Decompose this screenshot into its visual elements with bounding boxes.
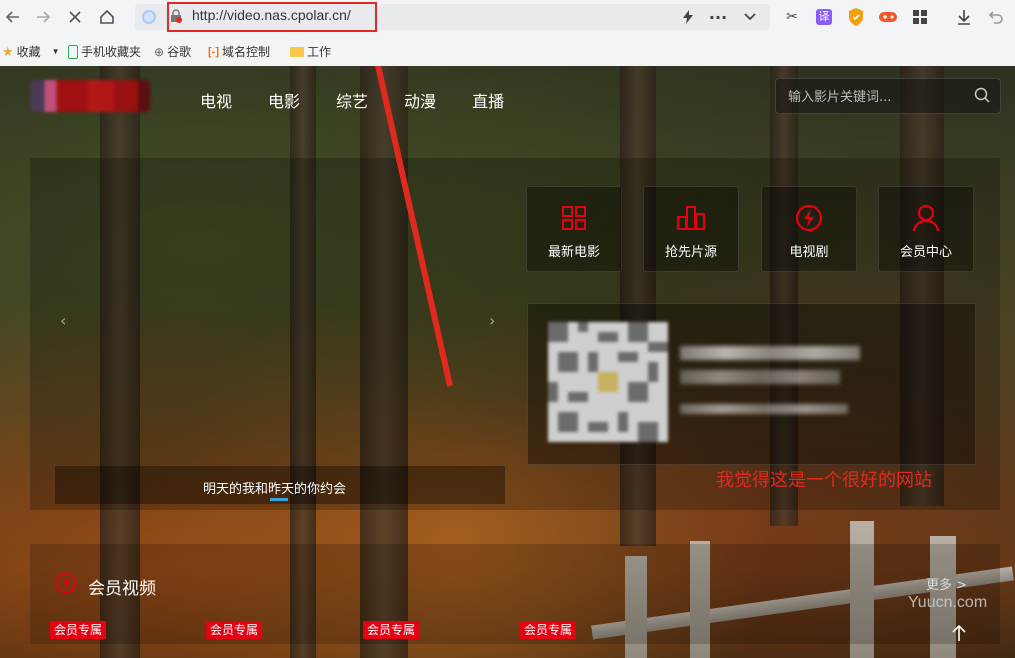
section-title: 会员视频 (88, 579, 156, 599)
more-link[interactable]: 更多 > (926, 574, 967, 593)
site-status-icon (142, 10, 156, 24)
nav-item-live[interactable]: 直播 (472, 88, 504, 112)
site-logo[interactable] (30, 80, 150, 112)
bars-icon (644, 203, 738, 233)
quick-link-label: 会员中心 (899, 245, 952, 260)
annotation-text: 我觉得这是一个很好的网站 (716, 470, 932, 491)
grid-icon (527, 203, 621, 233)
globe-icon: ⊕ (154, 44, 165, 59)
brackets-icon: [-] (208, 45, 219, 58)
caret-down-icon: ▼ (51, 47, 60, 56)
search-input[interactable] (786, 86, 970, 108)
translate-icon[interactable]: 译 (814, 7, 834, 27)
bookmark-label: 收藏 (16, 45, 41, 59)
browser-toolbar: http://video.nas.cpolar.cn/ ··· ✂ 译 (0, 0, 1015, 34)
bookmark-domain[interactable]: [-] 域名控制 (208, 43, 270, 60)
bookmark-work[interactable]: 工作 (290, 43, 331, 60)
back-icon[interactable] (2, 6, 24, 28)
bookmark-favorites[interactable]: ★ 收藏 ▼ (2, 43, 60, 60)
url-highlight-box (167, 2, 377, 32)
shield-icon[interactable] (846, 7, 866, 27)
undo-icon[interactable] (986, 7, 1006, 27)
nav-item-tv[interactable]: 电视 (200, 88, 232, 112)
bookmark-label: 工作 (307, 45, 332, 59)
vip-badge: 会员专属 (206, 621, 263, 639)
lightning-circle-icon (55, 572, 77, 594)
more-icon[interactable]: ··· (708, 7, 728, 27)
slide-caption: 明天的我和昨天的你约会 (55, 466, 505, 504)
annotation-arrow-icon (375, 66, 453, 387)
arrow-up-icon[interactable] (944, 618, 974, 648)
slide-indicator[interactable] (270, 498, 288, 501)
slider-prev-icon[interactable]: ‹ (60, 311, 66, 330)
download-icon[interactable] (954, 7, 974, 27)
scissors-icon[interactable]: ✂ (782, 7, 802, 27)
game-icon[interactable] (878, 7, 898, 27)
blurred-text (680, 370, 840, 384)
quick-link-member-center[interactable]: 会员中心 (878, 186, 974, 272)
nav-item-movie[interactable]: 电影 (268, 88, 300, 112)
chevron-down-icon[interactable] (740, 7, 760, 27)
bookmarks-bar: ★ 收藏 ▼ 手机收藏夹 ⊕ 谷歌 [-] 域名控制 工作 (0, 38, 1015, 64)
quick-link-early-release[interactable]: 抢先片源 (643, 186, 739, 272)
apps-icon[interactable] (910, 7, 930, 27)
quick-link-label: 最新电影 (547, 245, 600, 260)
search-icon[interactable] (974, 87, 990, 103)
lightning-icon[interactable] (678, 7, 698, 27)
blurred-text (680, 346, 860, 360)
star-icon: ★ (2, 43, 14, 59)
watermark: Yuucn.com (908, 594, 988, 611)
bookmark-label: 手机收藏夹 (81, 45, 142, 59)
home-icon[interactable] (96, 6, 118, 28)
quick-link-tv-series[interactable]: 电视剧 (761, 186, 857, 272)
vip-badge: 会员专属 (520, 621, 577, 639)
slider-next-icon[interactable]: › (489, 311, 495, 330)
vip-badge: 会员专属 (363, 621, 420, 639)
slide-title[interactable]: 明天的我和昨天的你约会 (203, 478, 346, 497)
phone-icon (68, 44, 78, 59)
folder-icon (290, 46, 304, 57)
bookmark-label: 域名控制 (222, 45, 271, 59)
user-icon (879, 203, 973, 233)
search-box (775, 78, 1001, 114)
member-video-section (30, 544, 1000, 644)
vip-badge: 会员专属 (50, 621, 107, 639)
blurred-text (680, 404, 848, 414)
stop-icon[interactable] (64, 6, 86, 28)
promo-card[interactable] (527, 303, 976, 465)
forward-icon[interactable] (32, 6, 54, 28)
bookmark-mobile[interactable]: 手机收藏夹 (68, 43, 141, 60)
quick-link-label: 抢先片源 (664, 245, 717, 260)
qr-code-image (548, 322, 668, 442)
quick-link-label: 电视剧 (789, 245, 829, 260)
bookmark-google[interactable]: ⊕ 谷歌 (154, 43, 191, 60)
web-page: 电视 电影 综艺 动漫 直播 ‹ › 明天的我和昨天的你约会 最新电影 抢先片源 (0, 66, 1015, 658)
browser-chrome: http://video.nas.cpolar.cn/ ··· ✂ 译 ★ 收藏… (0, 0, 1015, 66)
bookmark-label: 谷歌 (167, 45, 192, 59)
quick-link-latest-movies[interactable]: 最新电影 (526, 186, 622, 272)
tv-icon (762, 203, 856, 233)
